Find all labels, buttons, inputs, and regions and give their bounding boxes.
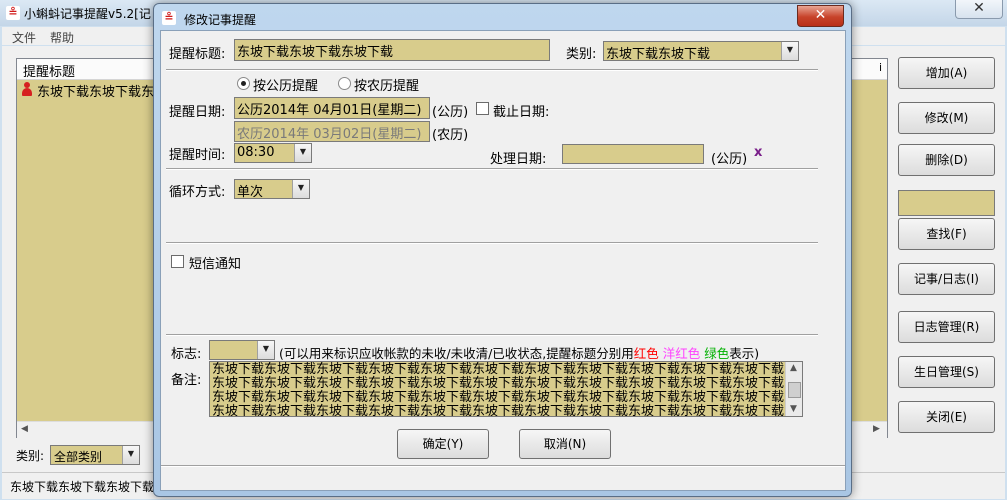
confirm-button[interactable]: 确定(Y) [397, 429, 489, 459]
dialog-status-divider [161, 465, 845, 467]
reminder-title-label: 提醒标题: [169, 47, 226, 62]
reminder-title-value: 东坡下载东坡下载东坡下载 [237, 45, 394, 60]
flag-hint-green: 绿色 [704, 346, 730, 361]
close-main-button[interactable]: 关闭(E) [898, 401, 995, 433]
clear-process-date-button[interactable]: x [754, 145, 762, 160]
remark-scrollbar[interactable]: ▲ ▼ [785, 362, 802, 416]
main-close-button[interactable]: ✕ [955, 0, 1003, 19]
app-icon: ≗ [6, 6, 20, 20]
deadline-checkbox[interactable] [476, 102, 489, 115]
flag-hint: (可以用来标识应收帐款的未收/未收清/已收状态,提醒标题分别用红色 洋红色 绿色… [279, 343, 759, 362]
divider [166, 242, 818, 244]
reminder-date-label: 提醒日期: [169, 105, 226, 120]
edit-button[interactable]: 修改(M) [898, 102, 995, 134]
dialog-category-select[interactable]: 东坡下载东坡下载 ▼ [603, 41, 799, 61]
solar-radio-label[interactable]: 按公历提醒 [253, 75, 318, 94]
divider [166, 69, 818, 71]
lunar-radio-label[interactable]: 按农历提醒 [354, 75, 419, 94]
category-filter-label: 类别: [16, 449, 45, 463]
sms-checkbox[interactable] [171, 255, 184, 268]
cycle-value: 单次 [237, 185, 264, 199]
flag-hint-magenta: 洋红色 [662, 346, 701, 361]
delete-button[interactable]: 删除(D) [898, 144, 995, 176]
close-icon: ✕ [973, 0, 985, 16]
flag-label: 标志: [171, 347, 202, 362]
reminder-time-select[interactable]: 08:30 ▼ [234, 143, 312, 163]
dialog-app-icon: ≗ [162, 11, 176, 25]
chevron-down-icon[interactable]: ▼ [257, 341, 274, 359]
scroll-thumb[interactable] [788, 382, 801, 398]
chevron-down-icon[interactable]: ▼ [292, 180, 309, 198]
cycle-label: 循环方式: [169, 185, 226, 200]
remark-text: 东坡下载东坡下载东坡下载东坡下载东坡下载东坡下载东坡下载东坡下载东坡下载东坡下载… [212, 362, 785, 417]
person-icon [21, 82, 33, 96]
birthday-management-button[interactable]: 生日管理(S) [898, 356, 995, 388]
reminder-time-label: 提醒时间: [169, 148, 226, 163]
list-header-title[interactable]: 提醒标题 [23, 61, 75, 80]
category-filter-select[interactable]: 全部类别 ▼ [50, 445, 140, 465]
cancel-button[interactable]: 取消(N) [519, 429, 611, 459]
reminder-time-value: 08:30 [237, 145, 275, 160]
close-icon: ✕ [814, 7, 827, 23]
journal-button[interactable]: 记事/日志(I) [898, 263, 995, 295]
reminder-title-input[interactable]: 东坡下载东坡下载东坡下载 [234, 39, 550, 61]
dialog-client-area: 提醒标题: 东坡下载东坡下载东坡下载 类别: 东坡下载东坡下载 ▼ 按公历提醒 … [160, 30, 846, 491]
dialog-close-button[interactable]: ✕ [797, 5, 844, 27]
lunar-radio[interactable] [338, 77, 351, 90]
add-button[interactable]: 增加(A) [898, 57, 995, 89]
lunar-date-input: 农历2014年 03月02日(星期二) [234, 121, 430, 142]
process-date-label: 处理日期: [490, 152, 547, 167]
sms-label[interactable]: 短信通知 [189, 253, 241, 272]
remark-label: 备注: [171, 373, 202, 388]
process-date-input[interactable] [562, 144, 704, 164]
cycle-select[interactable]: 单次 ▼ [234, 179, 310, 199]
menu-help[interactable]: 帮助 [50, 29, 74, 46]
log-management-button[interactable]: 日志管理(R) [898, 311, 995, 343]
solar-radio[interactable] [237, 77, 250, 90]
edit-reminder-dialog: ≗ 修改记事提醒 ✕ 提醒标题: 东坡下载东坡下载东坡下载 类别: 东坡下载东坡… [153, 3, 852, 497]
scroll-up-icon[interactable]: ▲ [790, 363, 797, 373]
chevron-down-icon[interactable]: ▼ [294, 144, 311, 162]
process-date-suffix: (公历) [711, 152, 748, 167]
scroll-right-icon[interactable]: ▶ [873, 424, 880, 434]
menu-file[interactable]: 文件 [12, 29, 36, 46]
solar-date-value: 公历2014年 04月01日(星期二) [237, 103, 422, 118]
flag-hint-red: 红色 [633, 346, 659, 361]
list-item-title: 东坡下载东坡下载东坡 [37, 85, 168, 100]
remark-textarea[interactable]: 东坡下载东坡下载东坡下载东坡下载东坡下载东坡下载东坡下载东坡下载东坡下载东坡下载… [209, 361, 803, 417]
chevron-down-icon[interactable]: ▼ [781, 42, 798, 60]
lunar-date-value: 农历2014年 03月02日(星期二) [237, 127, 422, 142]
deadline-label[interactable]: 截止日期: [493, 101, 549, 120]
solar-date-suffix: (公历) [432, 105, 469, 120]
find-button[interactable]: 查找(F) [898, 218, 995, 250]
flag-hint-prefix: (可以用来标识应收帐款的未收/未收清/已收状态,提醒标题分别用 [279, 346, 634, 361]
list-header-divider: i [879, 61, 883, 74]
divider [166, 334, 818, 336]
solar-date-input[interactable]: 公历2014年 04月01日(星期二) [234, 97, 430, 119]
chevron-down-icon[interactable]: ▼ [122, 446, 139, 464]
search-input[interactable] [898, 190, 995, 216]
scroll-down-icon[interactable]: ▼ [790, 404, 797, 414]
lunar-date-suffix: (农历) [432, 128, 469, 143]
flag-select[interactable]: ▼ [209, 340, 275, 360]
divider [166, 168, 818, 170]
dialog-category-value: 东坡下载东坡下载 [606, 47, 711, 61]
scroll-left-icon[interactable]: ◀ [21, 424, 28, 434]
main-window-title: 小蝌蚪记事提醒v5.2[记 [24, 7, 151, 21]
flag-hint-suffix: 表示) [729, 346, 760, 361]
dialog-title: 修改记事提醒 [184, 13, 257, 27]
category-filter-value: 全部类别 [54, 450, 103, 464]
dialog-category-label: 类别: [566, 47, 597, 62]
status-text: 东坡下载东坡下载东坡下载 [10, 480, 155, 494]
